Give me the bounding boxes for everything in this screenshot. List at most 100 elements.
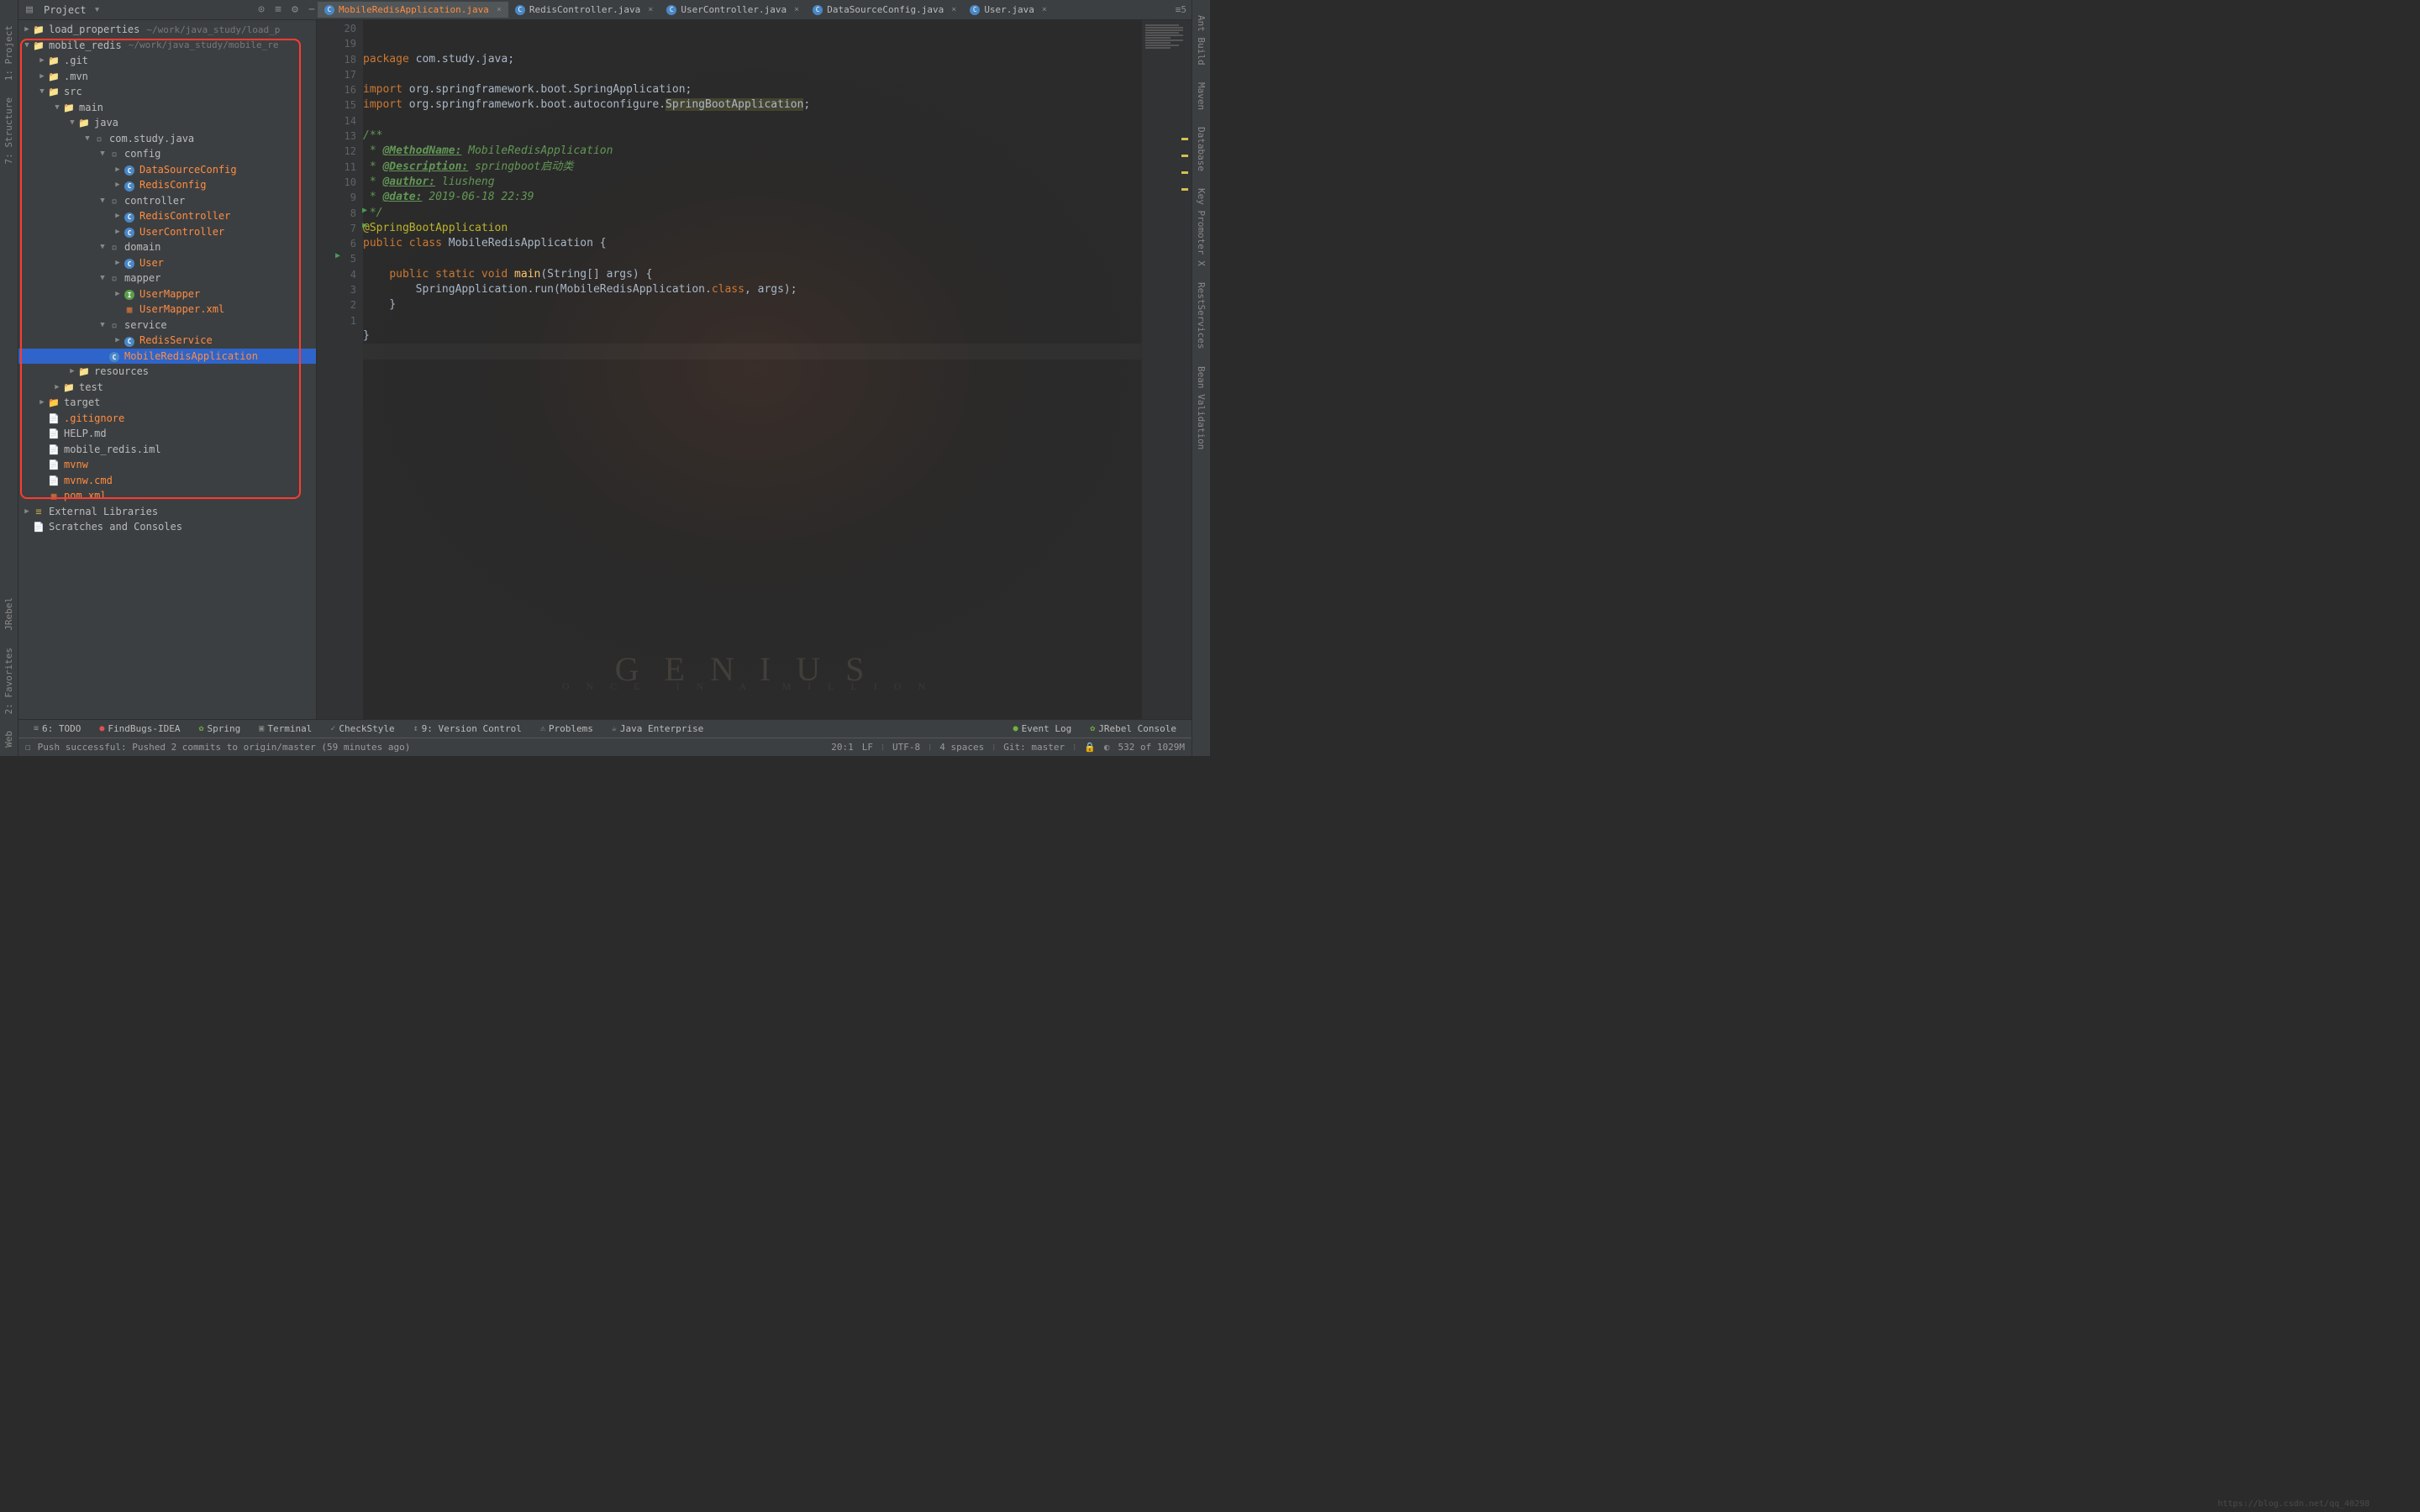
close-icon[interactable]: × (794, 5, 799, 14)
tree-expand-arrow[interactable]: ▶ (113, 181, 123, 189)
editor-tab-3[interactable]: CDataSourceConfig.java× (806, 2, 963, 18)
gear-icon[interactable]: ⚙ (289, 4, 301, 16)
tree-expand-arrow[interactable]: ▼ (67, 118, 77, 127)
cursor-position[interactable]: 20:1 (831, 742, 854, 753)
right-tool-keypromoter[interactable]: Key Promoter X (1194, 180, 1208, 275)
bottom-tool-tab[interactable]: ✓CheckStyle (322, 722, 402, 736)
tree-item[interactable]: ▶.git (18, 53, 316, 69)
bottom-tool-tab[interactable]: ✿Spring (191, 722, 250, 736)
memory-indicator[interactable]: 532 of 1029M (1118, 742, 1185, 753)
right-tool-ant[interactable]: Ant Build (1194, 7, 1208, 74)
tree-expand-arrow[interactable]: ▶ (113, 259, 123, 267)
bottom-tool-tab[interactable]: ●Event Log (1005, 722, 1081, 736)
dropdown-arrow-icon[interactable]: ▾ (92, 4, 103, 16)
tree-item[interactable]: mvnw (18, 457, 316, 473)
bottom-tool-tab[interactable]: ☕Java Enterprise (603, 722, 712, 736)
tree-item[interactable]: ▶CRedisConfig (18, 177, 316, 193)
tree-item[interactable]: mobile_redis.iml (18, 442, 316, 458)
editor-tab-4[interactable]: CUser.java× (963, 2, 1054, 18)
tree-item[interactable]: ▶CDataSourceConfig (18, 162, 316, 178)
tree-item[interactable]: ▼controller (18, 193, 316, 209)
tree-item[interactable]: ▶CRedisController (18, 208, 316, 224)
tree-expand-arrow[interactable]: ▶ (113, 228, 123, 236)
tree-item[interactable]: UserMapper.xml (18, 302, 316, 318)
tree-item[interactable]: mvnw.cmd (18, 473, 316, 489)
close-icon[interactable]: × (951, 5, 956, 14)
tree-item[interactable]: ▼mobile_redis~/work/java_study/mobile_re (18, 38, 316, 54)
tree-expand-arrow[interactable]: ▼ (97, 197, 108, 205)
left-tool-web[interactable]: Web (2, 722, 16, 756)
tree-expand-arrow[interactable]: ▶ (37, 56, 47, 65)
code-content[interactable]: package com.study.java; import org.sprin… (363, 20, 1141, 719)
tree-item[interactable]: ▶target (18, 395, 316, 411)
tree-item[interactable]: ▶.mvn (18, 69, 316, 85)
run-gutter-icon[interactable]: ▶ (335, 249, 340, 264)
tree-item[interactable]: ▶CUserController (18, 224, 316, 240)
file-encoding[interactable]: UTF-8 (892, 742, 920, 753)
tree-item[interactable]: ▶IUserMapper (18, 286, 316, 302)
tree-expand-arrow[interactable]: ▶ (67, 367, 77, 375)
close-icon[interactable]: × (497, 5, 502, 14)
right-tool-beanvalidation[interactable]: Bean Validation (1194, 358, 1208, 458)
tree-expand-arrow[interactable]: ▼ (97, 274, 108, 282)
tree-item[interactable]: ▼java (18, 115, 316, 131)
tree-item[interactable]: Scratches and Consoles (18, 519, 316, 535)
tree-item[interactable]: HELP.md (18, 426, 316, 442)
bottom-tool-tab[interactable]: ●FindBugs-IDEA (91, 722, 188, 736)
right-tool-rest[interactable]: RestServices (1194, 274, 1208, 357)
tab-overflow-indicator[interactable]: ≡5 (1176, 4, 1186, 15)
tree-expand-arrow[interactable]: ▶ (52, 383, 62, 391)
tree-item[interactable]: ▼mapper (18, 270, 316, 286)
tree-expand-arrow[interactable]: ▼ (82, 134, 92, 143)
tree-expand-arrow[interactable]: ▼ (52, 103, 62, 112)
tree-expand-arrow[interactable]: ▶ (22, 25, 32, 34)
tree-item[interactable]: ▶load_properties~/work/java_study/load_p (18, 22, 316, 38)
inspector-icon[interactable]: ◐ (1104, 742, 1110, 753)
editor-tab-1[interactable]: CRedisController.java× (508, 2, 660, 18)
tree-item[interactable]: ▶test (18, 380, 316, 396)
code-editor[interactable]: 2019181716151413121110987654321 ▶ ▶ ▶ pa… (317, 20, 1192, 719)
project-view-icon[interactable]: ▤ (24, 4, 35, 16)
bottom-tool-tab[interactable]: ✿JRebel Console (1081, 722, 1185, 736)
editor-tab-0[interactable]: CMobileRedisApplication.java× (318, 2, 508, 18)
left-tool-favorites[interactable]: 2: Favorites (2, 639, 16, 722)
tree-expand-arrow[interactable]: ▶ (113, 290, 123, 298)
tree-expand-arrow[interactable]: ▶ (113, 212, 123, 220)
close-icon[interactable]: × (1042, 5, 1047, 14)
tree-item[interactable]: ▼domain (18, 239, 316, 255)
tree-expand-arrow[interactable]: ▼ (97, 150, 108, 158)
indent-setting[interactable]: 4 spaces (939, 742, 984, 753)
status-msg-icon[interactable]: ☐ (25, 742, 31, 753)
line-separator[interactable]: LF (862, 742, 873, 753)
left-tool-jrebel[interactable]: JRebel (2, 589, 16, 639)
tree-item[interactable]: ▶External Libraries (18, 504, 316, 520)
tree-item[interactable]: ▼config (18, 146, 316, 162)
bottom-tool-tab[interactable]: ▣Terminal (250, 722, 320, 736)
tree-item[interactable]: ▶resources (18, 364, 316, 380)
tree-expand-arrow[interactable]: ▼ (97, 321, 108, 329)
tree-expand-arrow[interactable]: ▶ (37, 72, 47, 81)
tree-item[interactable]: ▼service (18, 318, 316, 333)
project-dropdown[interactable]: Project (44, 4, 87, 16)
tree-item[interactable]: CMobileRedisApplication (18, 349, 316, 365)
editor-tab-2[interactable]: CUserController.java× (660, 2, 806, 18)
tree-expand-arrow[interactable]: ▶ (113, 336, 123, 344)
tree-expand-arrow[interactable]: ▶ (22, 507, 32, 516)
locate-icon[interactable]: ⊙ (255, 4, 267, 16)
tree-expand-arrow[interactable]: ▶ (37, 398, 47, 407)
tree-item[interactable]: pom.xml (18, 488, 316, 504)
tree-expand-arrow[interactable]: ▼ (97, 243, 108, 251)
tree-expand-arrow[interactable]: ▼ (37, 87, 47, 96)
left-tool-project[interactable]: 1: Project (2, 17, 16, 89)
tree-item[interactable]: ▶CRedisService (18, 333, 316, 349)
git-branch[interactable]: Git: master (1003, 742, 1065, 753)
lock-icon[interactable]: 🔒 (1084, 742, 1096, 753)
close-icon[interactable]: × (648, 5, 653, 14)
code-minimap[interactable] (1141, 20, 1192, 719)
collapse-all-icon[interactable]: ≡ (272, 4, 284, 16)
tree-item[interactable]: ▼main (18, 100, 316, 116)
bottom-tool-tab[interactable]: ≡6: TODO (25, 722, 89, 736)
right-tool-maven[interactable]: Maven (1194, 74, 1208, 118)
tree-item[interactable]: ▶CUser (18, 255, 316, 271)
project-tree[interactable]: ▶load_properties~/work/java_study/load_p… (18, 20, 317, 719)
